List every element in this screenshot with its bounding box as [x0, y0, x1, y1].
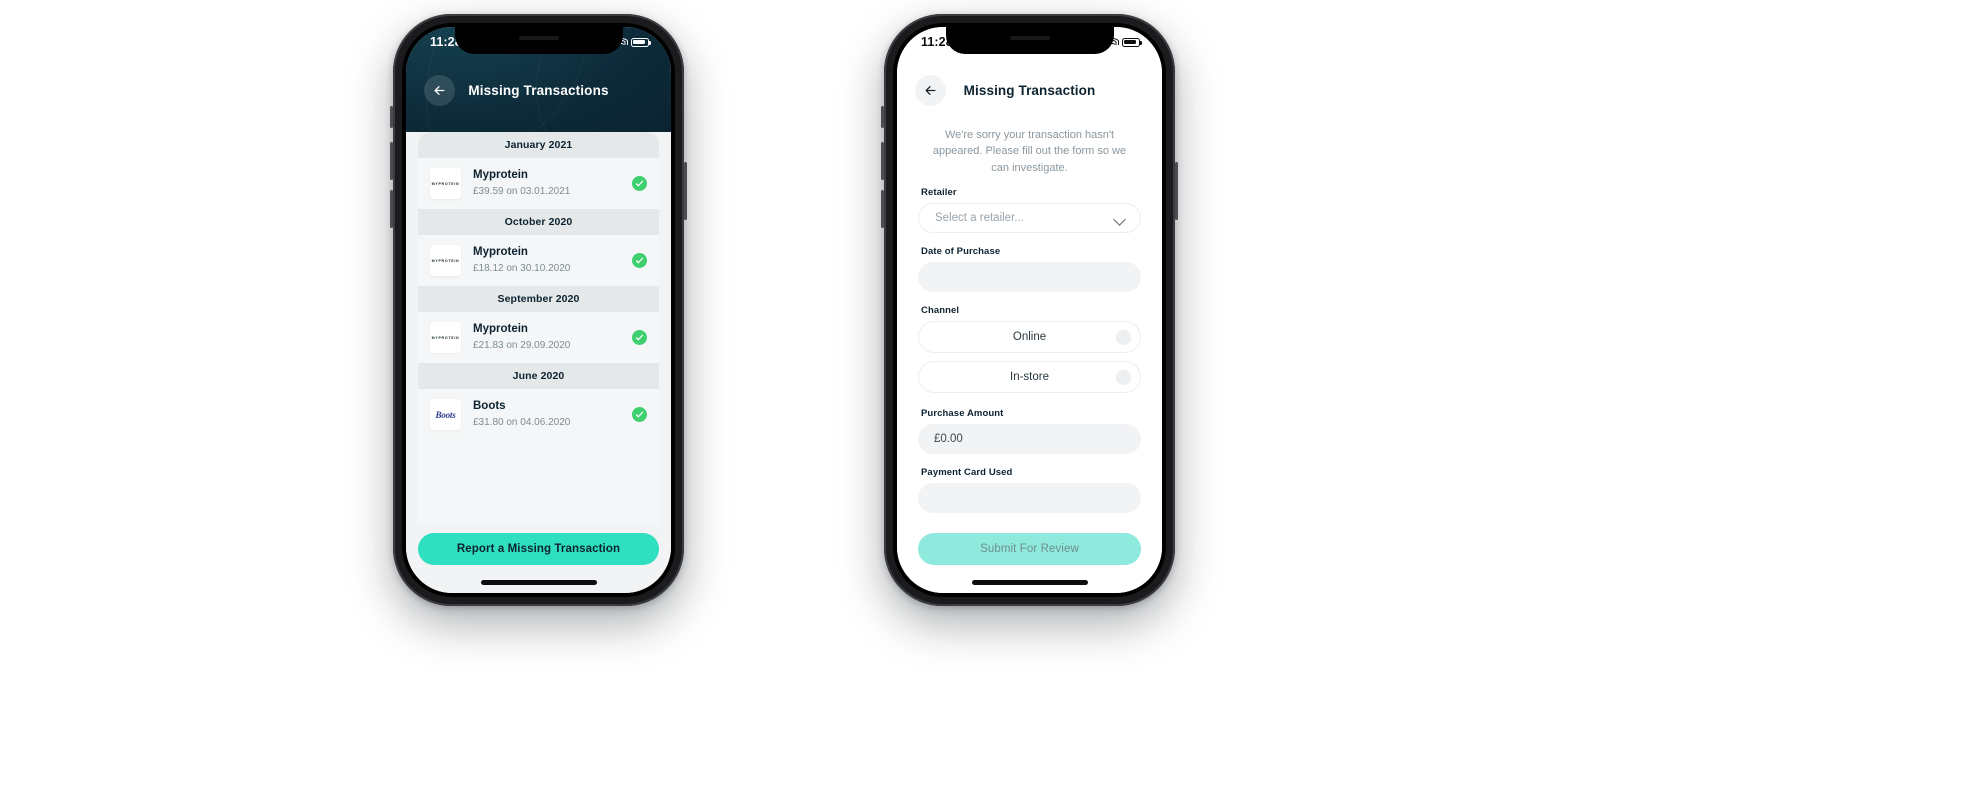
retailer-label: Retailer [921, 187, 957, 198]
chevron-down-icon [1113, 213, 1126, 226]
transaction-retailer: Myprotein [473, 246, 528, 259]
check-circle-icon [632, 176, 647, 191]
transaction-row[interactable]: MYPROTEIN Myprotein £39.59 on 03.01.2021 [418, 158, 659, 210]
transaction-row[interactable]: MYPROTEIN Myprotein £21.83 on 29.09.2020 [418, 312, 659, 364]
page-title: Missing Transactions [468, 83, 609, 98]
form-intro-text: We're sorry your transaction hasn't appe… [932, 129, 1127, 174]
purchase-amount-value: £0.00 [934, 433, 963, 445]
mute-switch[interactable] [390, 106, 393, 128]
screen-right: 11:28 ➢ Missing Transaction We're sorry … [897, 27, 1162, 593]
earpiece-speaker [1009, 36, 1050, 40]
retailer-logo-tile: MYPROTEIN [430, 245, 461, 277]
date-of-purchase-label: Date of Purchase [921, 246, 1001, 257]
channel-label: Channel [921, 305, 960, 316]
radio-icon[interactable] [1116, 329, 1131, 345]
volume-up-button[interactable] [881, 142, 884, 180]
radio-icon[interactable] [1116, 369, 1131, 385]
month-section-header: October 2020 [418, 209, 659, 236]
screenshot-stage: 11:28 ➢ Missing Transactions January [0, 0, 1980, 800]
transaction-detail: £21.83 on 29.09.2020 [473, 339, 571, 351]
retailer-logo-tile: MYPROTEIN [430, 322, 461, 354]
boots-logo: Boots [435, 409, 456, 420]
earpiece-speaker [518, 36, 559, 40]
channel-option-online[interactable]: Online [918, 321, 1141, 353]
month-section-header: June 2020 [418, 363, 659, 390]
check-circle-icon [632, 407, 647, 423]
mute-switch[interactable] [881, 106, 884, 128]
transaction-retailer: Boots [473, 400, 506, 413]
home-indicator[interactable] [971, 580, 1088, 585]
retailer-logo-tile: MYPROTEIN [430, 168, 461, 199]
purchase-amount-label: Purchase Amount [921, 408, 1004, 419]
phone-left: 11:28 ➢ Missing Transactions January [390, 14, 687, 606]
volume-down-button[interactable] [881, 190, 884, 228]
phone-bezel-left: 11:28 ➢ Missing Transactions January [402, 23, 675, 597]
transaction-retailer: Myprotein [473, 169, 528, 181]
transaction-text: Myprotein £18.12 on 30.10.2020 [461, 245, 632, 276]
phone-right: 11:28 ➢ Missing Transaction We're sorry … [881, 14, 1178, 606]
missing-transaction-form: Retailer Select a retailer... Date of Pu… [918, 187, 1141, 527]
myprotein-logo: MYPROTEIN [431, 258, 460, 263]
date-of-purchase-input[interactable] [918, 262, 1141, 292]
retailer-logo-tile: Boots [430, 399, 461, 431]
battery-icon [1122, 37, 1142, 47]
myprotein-logo: MYPROTEIN [431, 335, 460, 340]
month-section-header: September 2020 [418, 286, 659, 313]
myprotein-logo: MYPROTEIN [431, 181, 460, 186]
retailer-select[interactable]: Select a retailer... [918, 203, 1141, 233]
month-section-header: January 2021 [418, 132, 659, 158]
check-circle-icon [632, 253, 647, 269]
payment-card-used-label: Payment Card Used [921, 467, 1013, 478]
transaction-row[interactable]: MYPROTEIN Myprotein £18.12 on 30.10.2020 [418, 235, 659, 287]
payment-card-used-input[interactable] [918, 483, 1141, 513]
channel-option-instore[interactable]: In-store [918, 361, 1141, 393]
transaction-text: Myprotein £39.59 on 03.01.2021 [461, 168, 632, 199]
screen-left: 11:28 ➢ Missing Transactions January [406, 27, 671, 593]
home-indicator[interactable] [480, 580, 597, 585]
page-title: Missing Transaction [963, 83, 1096, 98]
transaction-detail: £18.12 on 30.10.2020 [473, 262, 571, 274]
notch-right [945, 27, 1114, 54]
volume-up-button[interactable] [390, 142, 393, 180]
volume-down-button[interactable] [390, 190, 393, 228]
channel-option-online-label: Online [1012, 331, 1047, 343]
power-button[interactable] [1175, 162, 1178, 220]
battery-icon [631, 37, 651, 47]
channel-option-instore-label: In-store [1010, 371, 1049, 383]
transaction-detail: £31.80 on 04.06.2020 [473, 416, 571, 428]
submit-for-review-button[interactable]: Submit For Review [918, 533, 1141, 565]
power-button[interactable] [684, 162, 687, 220]
check-circle-icon [632, 330, 647, 346]
transaction-row[interactable]: Boots Boots £31.80 on 04.06.2020 [418, 389, 659, 441]
phone-bezel-right: 11:28 ➢ Missing Transaction We're sorry … [893, 23, 1166, 597]
transaction-retailer: Myprotein [473, 323, 528, 336]
transaction-text: Myprotein £21.83 on 29.09.2020 [461, 322, 632, 353]
retailer-placeholder: Select a retailer... [935, 212, 1024, 224]
report-missing-transaction-button[interactable]: Report a Missing Transaction [418, 533, 659, 565]
transaction-text: Boots £31.80 on 04.06.2020 [461, 399, 632, 430]
purchase-amount-input[interactable]: £0.00 [918, 424, 1141, 454]
transaction-detail: £39.59 on 03.01.2021 [473, 185, 571, 197]
notch-left [454, 27, 623, 54]
transactions-list[interactable]: January 2021 MYPROTEIN Myprotein £39.59 … [418, 132, 659, 525]
